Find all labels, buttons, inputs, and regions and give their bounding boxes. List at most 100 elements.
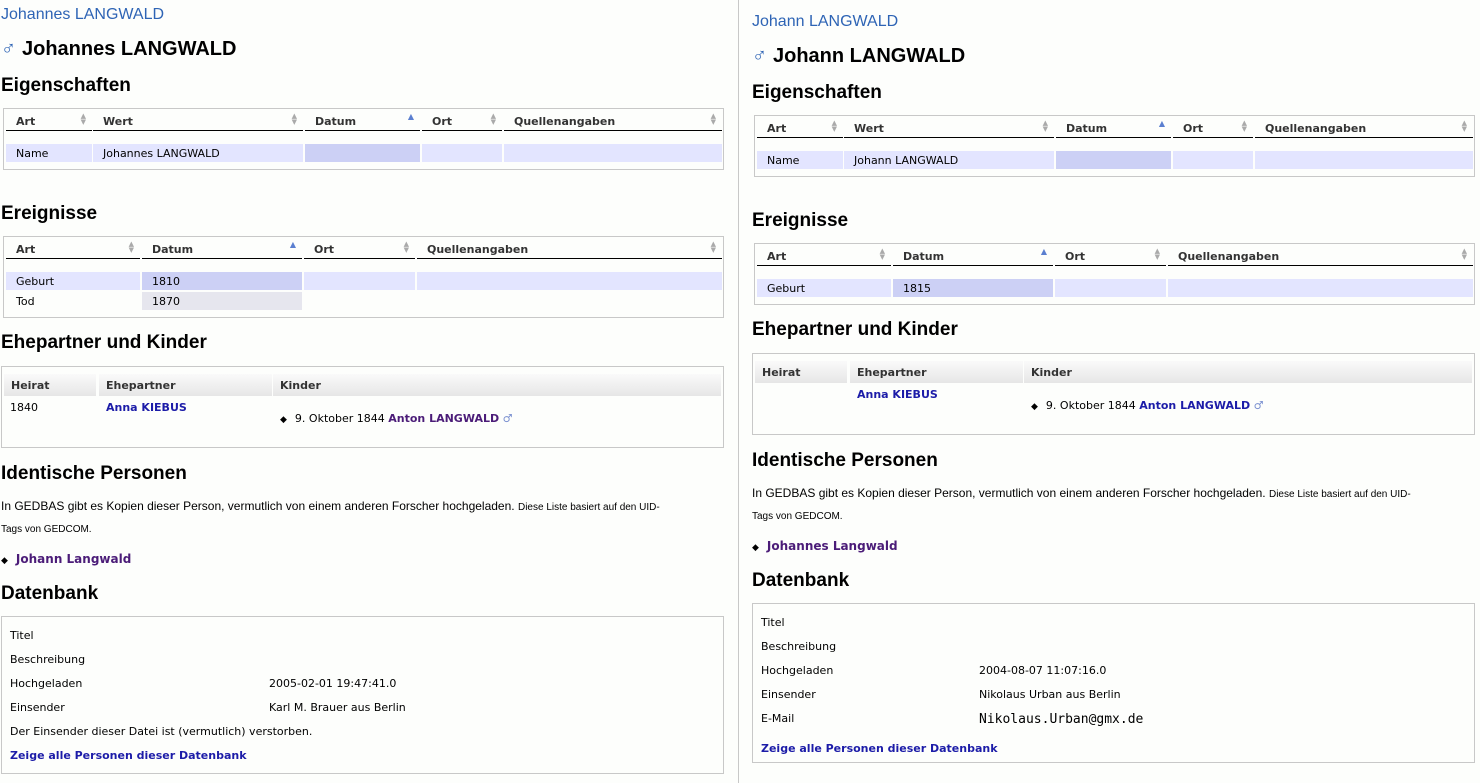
identical-list-item: ◆ Johann Langwald [1,552,131,566]
cell-wert: Johannes LANGWALD [93,144,303,162]
person-name: Johann LANGWALD [773,45,966,67]
identical-note: Diese Liste basiert auf den UID- [1268,489,1411,500]
column-header-ort[interactable]: Ort ▲ ▼ [1055,244,1166,266]
cell-datum [1056,151,1171,169]
events-table: Art ▲ ▼ Datum ▲ Ort ▲ ▼ Quellenangaben ▲ ▼ Gebu… [3,236,724,318]
db-description-label: Beschreibung [10,653,86,666]
sort-icon: ▲ ▼ [291,112,297,126]
cell-quellenangaben [1168,279,1473,297]
sort-ascending-icon: ▲ [407,112,414,121]
family-table: Heirat Ehepartner Kinder Anna KIEBUS ◆ 9.… [752,353,1475,435]
database-info-box: Titel Beschreibung Hochgeladen 2004-08-0… [752,603,1475,763]
events-table: Art ▲ ▼ Datum ▲ Ort ▲ ▼ Quellenangaben ▲ ▼ Gebu… [754,243,1475,305]
sort-icon: ▲ ▼ [831,119,837,133]
child-link[interactable]: Anton LANGWALD [388,412,499,425]
bullet-icon: ◆ [280,415,287,425]
male-gender-icon: ♂ [1,38,16,60]
db-uploaded-value: 2005-02-01 19:47:41.0 [269,677,397,690]
cell-ort [304,292,415,310]
column-header-ehepartner: Ehepartner [850,361,1023,383]
column-header-quellenangaben[interactable]: Quellenangaben ▲ ▼ [1168,244,1473,266]
cell-ort [422,144,502,162]
properties-heading: Eigenschaften [1,75,131,96]
column-header-label: Ort [314,243,335,256]
db-uploaded-label: Hochgeladen [761,664,834,677]
column-header-datum[interactable]: Datum ▲ [893,244,1053,266]
cell-art: Tod [16,295,35,308]
cell-ort [1055,279,1166,297]
spouse-link[interactable]: Anna KIEBUS [857,388,938,401]
column-header-label: Art [16,243,36,256]
child-link[interactable]: Anton LANGWALD [1139,399,1250,412]
column-header-ort[interactable]: Ort ▲ ▼ [304,237,415,259]
breadcrumb-person-link[interactable]: Johannes LANGWALD [1,6,164,24]
db-email-value[interactable]: Nikolaus.Urban@gmx.de [979,712,1143,727]
family-heading: Ehepartner und Kinder [1,332,207,353]
db-submitter-label: Einsender [10,701,65,714]
bullet-icon: ◆ [752,543,759,553]
column-header-label: Ort [1065,250,1086,263]
child-birth-date: 9. Oktober 1844 [1045,399,1136,412]
cell-art: Name [757,151,843,169]
cell-ort [1173,151,1253,169]
identical-text: In GEDBAS gibt es Kopien dieser Person, … [752,486,1266,500]
child-list-item: ◆ 9. Oktober 1844 Anton LANGWALD ♂ [280,412,513,425]
identical-description: In GEDBAS gibt es Kopien dieser Person, … [752,486,1411,500]
cell-art: Geburt [757,279,891,297]
sort-ascending-icon: ▲ [1158,119,1165,128]
db-title-label: Titel [10,629,34,642]
show-all-persons-link[interactable]: Zeige alle Personen dieser Datenbank [761,742,998,755]
database-heading: Datenbank [1,583,99,604]
database-info-box: Titel Beschreibung Hochgeladen 2005-02-0… [1,616,724,774]
sort-ascending-icon: ▲ [289,240,296,249]
column-header-art[interactable]: Art ▲ ▼ [6,237,140,259]
column-header-wert[interactable]: Wert ▲ ▼ [93,109,303,131]
child-list-item: ◆ 9. Oktober 1844 Anton LANGWALD ♂ [1031,399,1264,412]
identical-note: Diese Liste basiert auf den UID- [517,502,660,513]
properties-table: Art ▲ ▼ Wert ▲ ▼ Datum ▲ Ort ▲ ▼ Quellenangaben… [3,108,724,170]
cell-datum: 1810 [142,272,302,290]
identical-person-link[interactable]: Johann Langwald [16,552,131,566]
events-heading: Ereignisse [752,210,849,231]
identical-heading: Identische Personen [1,463,187,484]
column-header-label: Art [767,250,787,263]
db-email-label: E-Mail [761,712,795,725]
spouse-link[interactable]: Anna KIEBUS [106,401,187,414]
column-header-heirat: Heirat [4,374,96,396]
column-header-label: Ort [1183,122,1204,135]
identical-description: In GEDBAS gibt es Kopien dieser Person, … [1,499,660,513]
male-gender-icon: ♂ [1253,399,1264,412]
column-header-quellenangaben[interactable]: Quellenangaben ▲ ▼ [417,237,722,259]
identical-note-2: Tags von GEDCOM. [752,511,843,522]
identical-person-link[interactable]: Johannes Langwald [767,539,898,553]
column-header-quellenangaben[interactable]: Quellenangaben ▲ ▼ [1255,116,1473,138]
male-gender-icon: ♂ [502,412,513,425]
show-all-persons-link[interactable]: Zeige alle Personen dieser Datenbank [10,749,247,762]
column-header-art[interactable]: Art ▲ ▼ [757,116,843,138]
column-header-label: Datum [903,250,945,263]
column-header-kinder: Kinder [1024,361,1472,383]
right-person-panel: Johann LANGWALD ♂ Johann LANGWALD Eigensc… [751,0,1480,783]
cell-art: Name [6,144,92,162]
cell-ort [304,272,415,290]
column-header-label: Art [16,115,36,128]
column-header-datum[interactable]: Datum ▲ [1056,116,1171,138]
family-heading: Ehepartner und Kinder [752,319,958,340]
column-header-art[interactable]: Art ▲ ▼ [6,109,92,131]
identical-note-2: Tags von GEDCOM. [1,524,92,535]
column-header-ort[interactable]: Ort ▲ ▼ [422,109,502,131]
column-header-datum[interactable]: Datum ▲ [142,237,302,259]
column-header-quellenangaben[interactable]: Quellenangaben ▲ ▼ [504,109,722,131]
column-header-ort[interactable]: Ort ▲ ▼ [1173,116,1253,138]
sort-ascending-icon: ▲ [1040,247,1047,256]
column-header-datum[interactable]: Datum ▲ [305,109,420,131]
column-header-wert[interactable]: Wert ▲ ▼ [844,116,1054,138]
cell-quellenangaben [417,292,722,310]
child-birth-date: 9. Oktober 1844 [294,412,385,425]
properties-heading: Eigenschaften [752,82,882,103]
breadcrumb-person-link[interactable]: Johann LANGWALD [752,13,898,31]
column-header-label: Quellenangaben [427,243,529,256]
sort-icon: ▲ ▼ [1461,247,1467,261]
column-header-art[interactable]: Art ▲ ▼ [757,244,891,266]
column-header-label: Ort [432,115,453,128]
